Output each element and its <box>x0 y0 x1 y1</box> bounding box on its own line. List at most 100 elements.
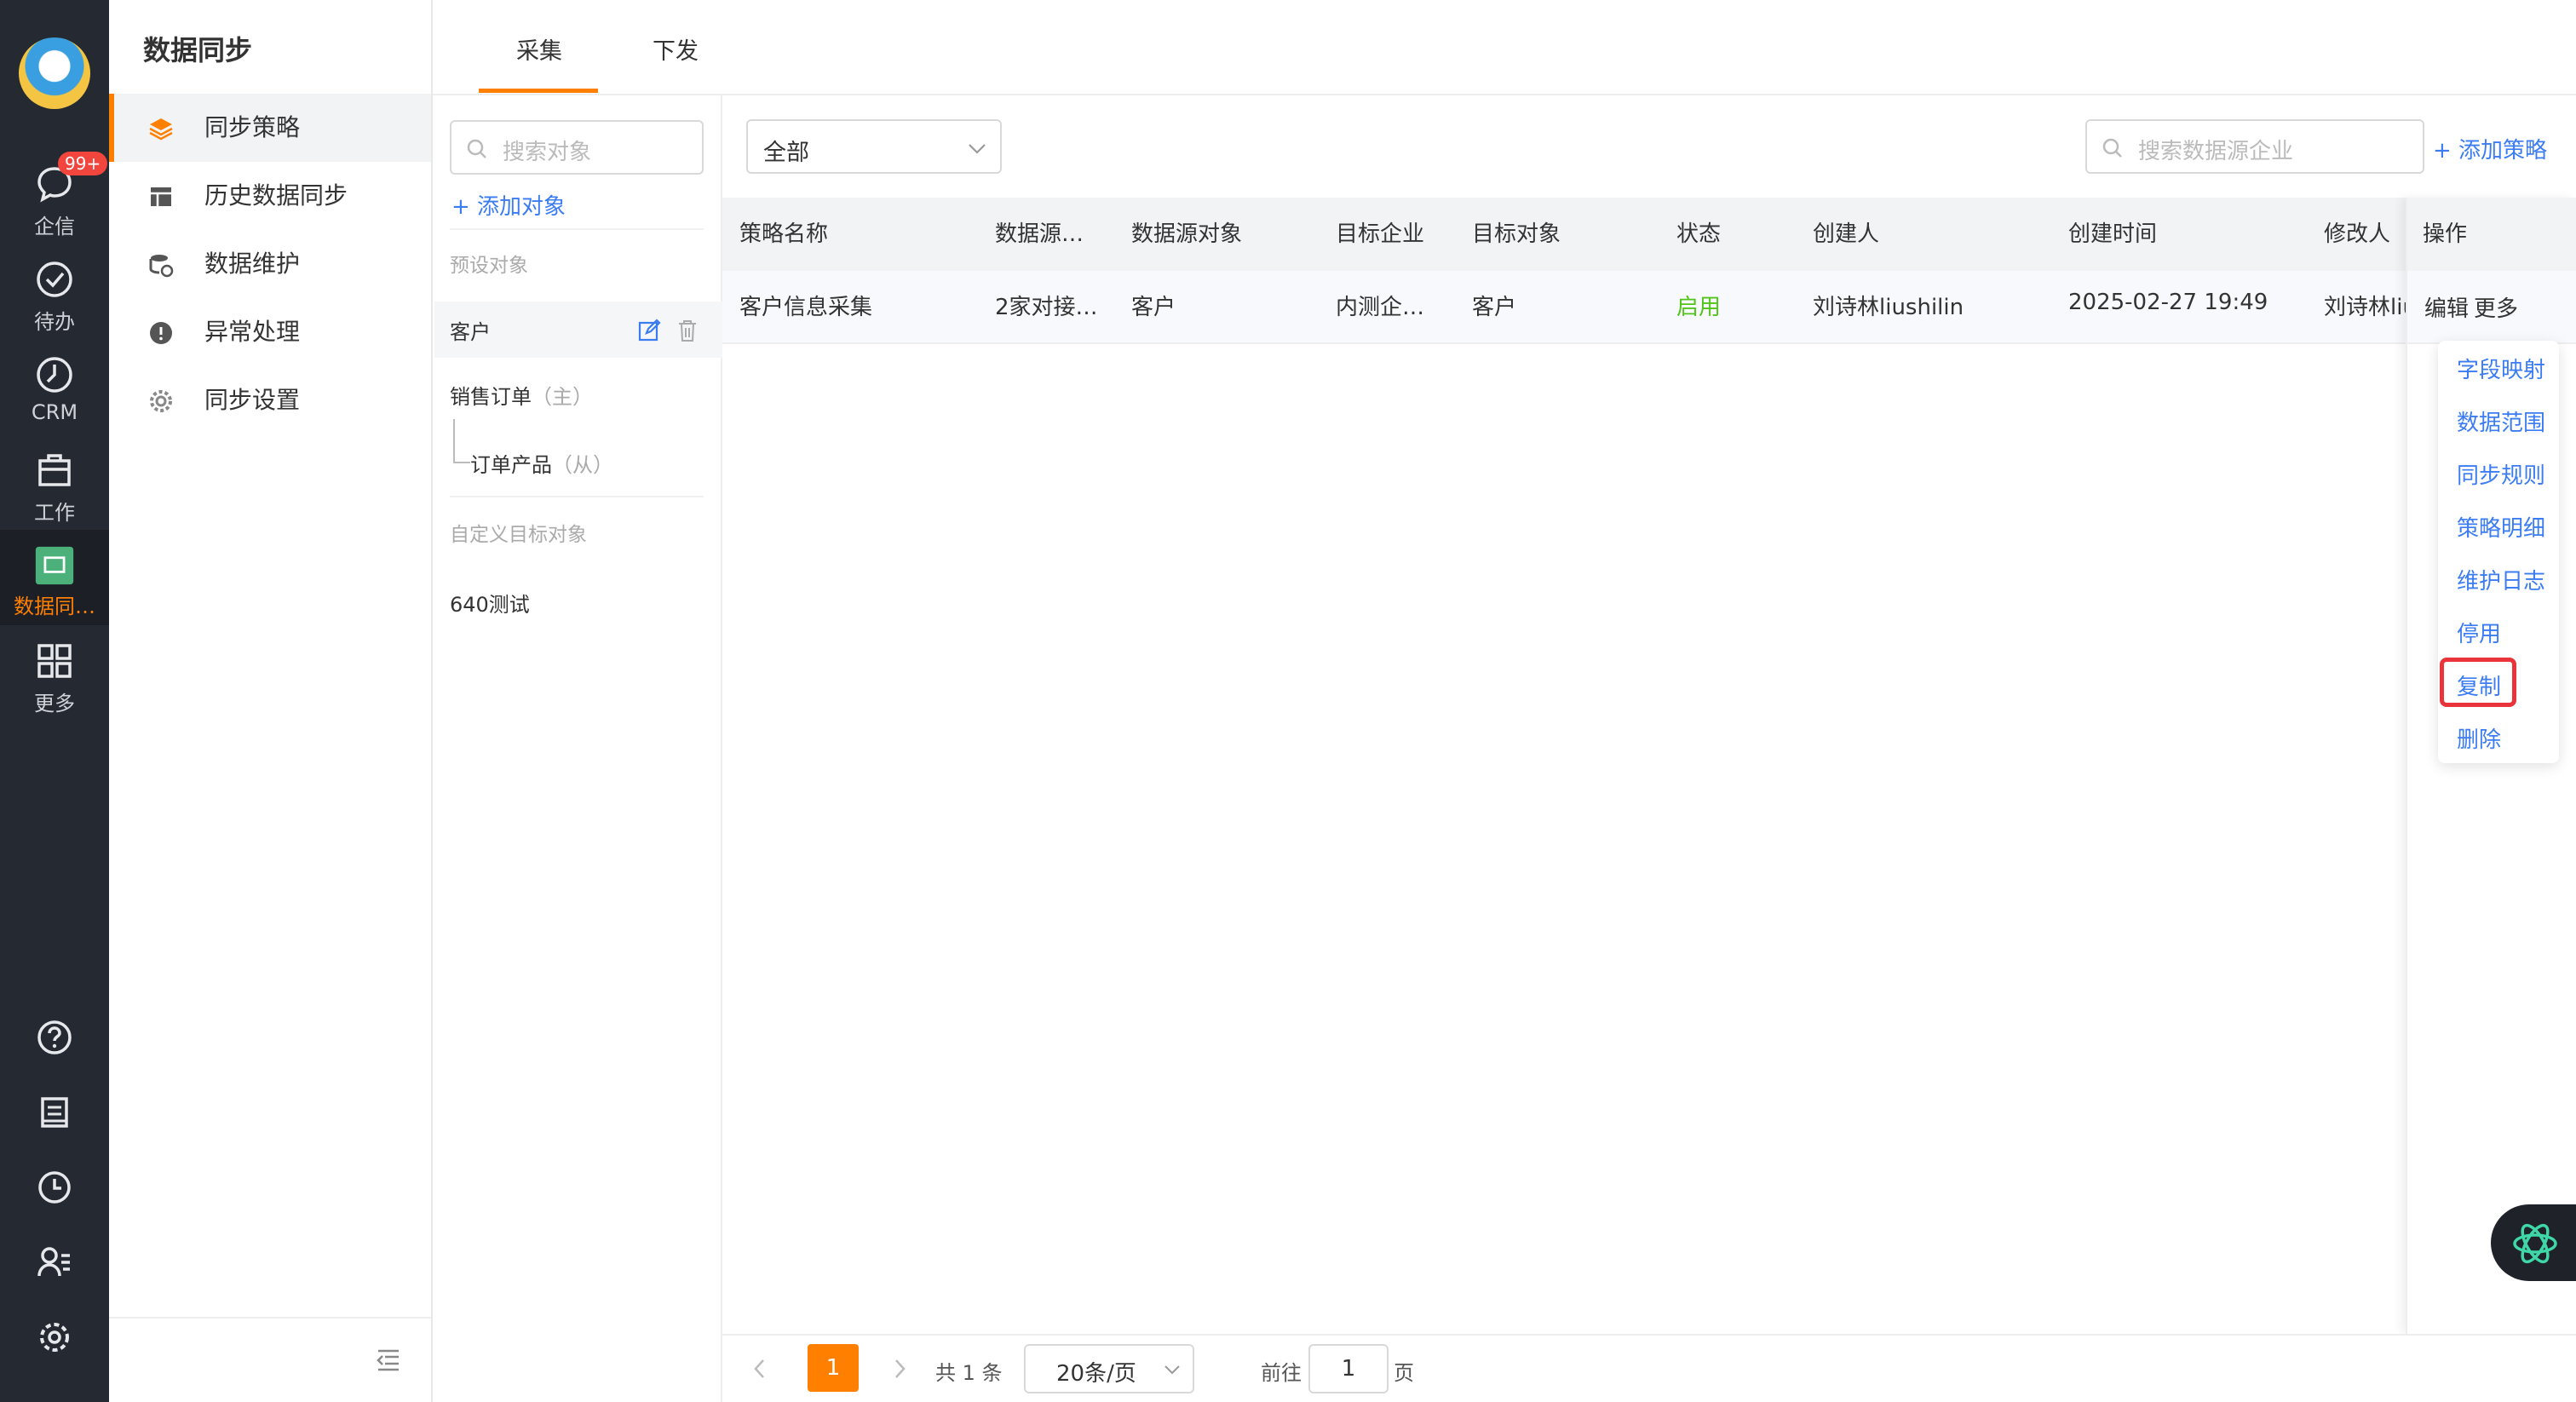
nav-label: CRM <box>31 400 78 424</box>
page-number-current[interactable]: 1 <box>808 1344 859 1392</box>
object-search-input[interactable]: 搜索对象 <box>450 120 704 175</box>
object-item-640-test[interactable]: 640测试 <box>450 588 530 618</box>
object-item-sales-order[interactable]: 销售订单（主） <box>450 380 593 410</box>
divider <box>450 496 704 497</box>
cell-target-object: 客户 <box>1472 295 1517 320</box>
nav-item-work[interactable]: 工作 <box>0 448 109 526</box>
delete-icon[interactable] <box>676 319 699 342</box>
column-header-status[interactable]: 状态 <box>1676 216 1721 248</box>
status-badge: 启用 <box>1676 295 1722 320</box>
tab-distribute[interactable]: 下发 <box>653 32 699 66</box>
database-icon <box>149 255 174 278</box>
nav-label: 企信 <box>34 215 75 238</box>
history-icon[interactable] <box>36 1169 73 1206</box>
cell-source-object: 客户 <box>1131 295 1176 320</box>
add-object-button[interactable]: + 添加对象 <box>451 189 566 221</box>
menu-item-maintenance-log[interactable]: 维护日志 <box>2457 564 2545 595</box>
exclamation-icon <box>150 322 172 344</box>
sidebar-item-label: 数据维护 <box>204 250 301 278</box>
cell-target-company: 内测企… <box>1336 295 1425 320</box>
search-icon <box>467 139 486 158</box>
cell-source-link[interactable]: 2家对接… <box>995 290 1098 321</box>
column-header-target-object[interactable]: 目标对象 <box>1472 216 1561 248</box>
object-list-panel <box>433 95 722 1402</box>
menu-item-strategy-details[interactable]: 策略明细 <box>2457 511 2545 543</box>
nav-item-crm[interactable]: CRM <box>0 353 109 424</box>
goto-suffix: 页 <box>1394 1361 1414 1385</box>
menu-item-disable[interactable]: 停用 <box>2457 617 2501 648</box>
sidebar-item-data-maintenance[interactable]: 数据维护 <box>109 230 431 298</box>
nav-label: 待办 <box>34 310 75 334</box>
chevron-down-icon <box>1164 1365 1180 1375</box>
cell-modifier-clip: 刘诗林liu <box>2324 271 2406 344</box>
cell-modifier: 刘诗林liu <box>2324 295 2406 320</box>
sidebar-item-label: 异常处理 <box>204 318 301 346</box>
column-header-creator[interactable]: 创建人 <box>1813 216 1879 248</box>
column-header-strategy-name[interactable]: 策略名称 <box>739 216 828 248</box>
more-link[interactable]: 更多 <box>2474 291 2518 323</box>
grid-icon <box>37 644 72 678</box>
table-icon <box>151 187 171 206</box>
edit-icon[interactable] <box>637 319 661 342</box>
column-header-source[interactable]: 数据源… <box>995 216 1084 248</box>
column-header-created-at[interactable]: 创建时间 <box>2068 216 2157 248</box>
menu-item-copy[interactable]: 复制 <box>2457 669 2501 701</box>
filter-select[interactable]: 全部 <box>746 119 1002 174</box>
column-header-source-object[interactable]: 数据源对象 <box>1131 216 1242 248</box>
briefcase-icon <box>38 454 71 486</box>
layers-icon <box>149 118 173 141</box>
add-strategy-button[interactable]: + 添加策略 <box>2433 133 2547 164</box>
menu-item-delete[interactable]: 删除 <box>2457 722 2501 754</box>
filter-value: 全部 <box>763 140 809 166</box>
help-icon[interactable] <box>36 1019 73 1056</box>
goto-page-input[interactable]: 1 <box>1308 1344 1389 1393</box>
nav-label: 工作 <box>34 501 75 525</box>
menu-item-sync-rules[interactable]: 同步规则 <box>2457 458 2545 490</box>
object-label: 订单产品 <box>470 453 552 477</box>
page-size-select[interactable]: 20条/页 <box>1024 1344 1194 1393</box>
search-icon <box>2102 138 2122 158</box>
settings-icon[interactable] <box>36 1319 73 1356</box>
sidebar-item-label: 同步策略 <box>204 113 301 141</box>
collapse-sidebar-icon[interactable] <box>375 1347 402 1373</box>
tab-collect[interactable]: 采集 <box>516 32 562 66</box>
cell-created-at: 2025-02-27 19:49 <box>2068 290 2268 315</box>
ai-assistant-button[interactable] <box>2491 1204 2576 1281</box>
chevron-down-icon <box>969 144 986 154</box>
nav-item-data-sync[interactable]: 数据同… <box>0 530 109 625</box>
object-item-order-product[interactable]: 订单产品（从） <box>470 448 613 478</box>
app-nav-bar: 企信 99+ 待办 CRM 工作 数据同… 更多 <box>0 0 109 1402</box>
column-header-modifier[interactable]: 修改人 <box>2324 216 2390 248</box>
nav-item-todo[interactable]: 待办 <box>0 257 109 335</box>
page-size-value: 20条/页 <box>1056 1361 1136 1387</box>
active-tab-indicator <box>479 89 598 93</box>
check-circle-icon <box>37 261 72 297</box>
source-company-search-input[interactable]: 搜索数据源企业 <box>2085 119 2424 174</box>
module-sidebar: 数据同步 同步策略 历史数据同步 数据维护 异常处理 同步设置 <box>109 0 433 1402</box>
sidebar-item-history-sync[interactable]: 历史数据同步 <box>109 162 431 230</box>
menu-item-field-mapping[interactable]: 字段映射 <box>2457 353 2545 384</box>
custom-objects-header: 自定义目标对象 <box>450 524 587 546</box>
unread-badge: 99+ <box>58 152 108 175</box>
divider <box>450 228 704 230</box>
clock-icon <box>37 357 72 393</box>
sidebar-item-sync-strategy[interactable]: 同步策略 <box>109 94 431 162</box>
document-icon[interactable] <box>36 1094 73 1131</box>
next-page-icon[interactable] <box>893 1358 906 1380</box>
object-item-customer[interactable]: 客户 <box>434 302 722 358</box>
column-header-target-company[interactable]: 目标企业 <box>1336 216 1424 248</box>
edit-link[interactable]: 编辑 <box>2424 291 2469 323</box>
prev-page-icon[interactable] <box>753 1358 767 1380</box>
nav-label: 数据同… <box>14 595 95 618</box>
menu-item-data-scope[interactable]: 数据范围 <box>2457 405 2545 437</box>
sidebar-item-sync-settings[interactable]: 同步设置 <box>109 366 431 434</box>
sidebar-item-exception-handling[interactable]: 异常处理 <box>109 298 431 366</box>
user-list-icon[interactable] <box>36 1244 73 1281</box>
object-label: 销售订单 <box>450 385 532 409</box>
total-count: 共 1 条 <box>935 1361 1003 1385</box>
user-avatar[interactable] <box>19 37 90 109</box>
object-tag: （主） <box>532 385 593 409</box>
search-placeholder: 搜索数据源企业 <box>2138 139 2294 164</box>
object-tag: （从） <box>552 453 613 477</box>
nav-item-more[interactable]: 更多 <box>0 639 109 716</box>
